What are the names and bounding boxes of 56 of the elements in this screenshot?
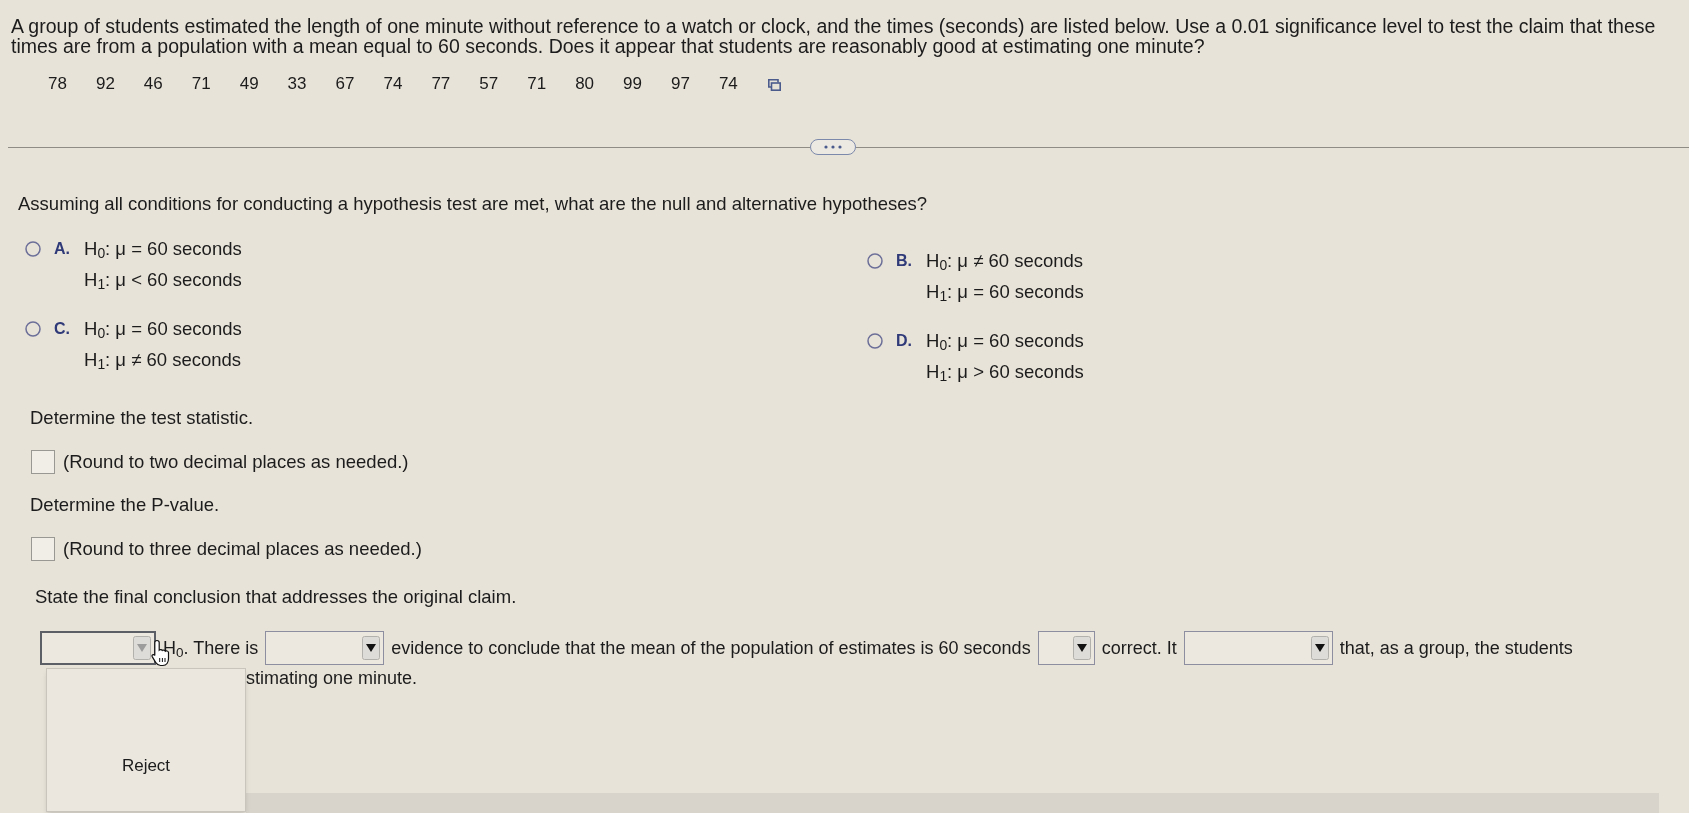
radio-button[interactable] [25, 241, 41, 257]
data-value: 80 [575, 74, 595, 94]
step-prompt: Determine the test statistic. [29, 407, 255, 429]
data-value: 97 [671, 74, 690, 94]
null-hypothesis: H$_{0}$: μ ≠ 60 seconds [926, 249, 1084, 276]
dropdown[interactable] [40, 631, 156, 665]
dropdown[interactable] [265, 631, 385, 665]
conclusion-text: that, as a group, the students [1339, 637, 1573, 659]
data-value: 71 [191, 74, 211, 94]
data-value: 71 [527, 74, 547, 94]
data-value: 92 [95, 74, 115, 94]
alternative-hypothesis: H$_{1}$: μ < 60 seconds [84, 268, 242, 295]
copy-icon[interactable] [766, 77, 781, 91]
null-hypothesis: H$_{0}$: μ = 60 seconds [926, 329, 1084, 356]
data-value: 74 [383, 74, 403, 94]
rounding-hint: (Round to three decimal places as needed.) [63, 538, 422, 560]
caret-icon [1310, 636, 1329, 660]
conclusion-text: correct. It [1101, 637, 1177, 659]
data-value: 49 [239, 74, 259, 94]
conclusion-text: stimating one minute. [246, 667, 418, 689]
data-value: 77 [431, 74, 451, 94]
data-value: 78 [48, 74, 67, 94]
step-prompt: Determine the P-value. [29, 494, 221, 516]
alternative-hypothesis: H$_{1}$: μ ≠ 60 seconds [84, 348, 242, 375]
data-value: 74 [718, 74, 738, 94]
option-letter: D. [896, 331, 912, 351]
null-hypothesis: H$_{0}$: μ = 60 seconds [84, 237, 242, 264]
more-button[interactable] [810, 139, 856, 155]
conclusion-text: evidence to conclude that the mean of the population of estimates is 60 seconds [391, 637, 1031, 659]
dropdown[interactable] [1183, 631, 1333, 665]
step-prompt: State the final conclusion that addresses the original claim. [34, 586, 518, 608]
option-letter: C. [54, 319, 70, 339]
radio-button[interactable] [867, 333, 883, 349]
question-prompt: Assuming all conditions for conducting a hypothesis test are met, what are the null and alternative hypotheses? [17, 193, 929, 215]
radio-button[interactable] [25, 321, 41, 337]
answer-box[interactable] [31, 537, 55, 561]
radio-button[interactable] [867, 253, 883, 269]
option-letter: A. [54, 239, 70, 259]
rounding-hint: (Round to two decimal places as needed.) [63, 451, 409, 473]
data-value: 99 [623, 74, 642, 94]
dots-icon [824, 145, 842, 149]
alternative-hypothesis: H$_{1}$: μ = 60 seconds [926, 280, 1084, 307]
caret-icon [1072, 636, 1091, 660]
data-value: 57 [479, 74, 499, 94]
answer-box[interactable] [31, 450, 55, 474]
caret-icon [362, 636, 381, 660]
option-letter: B. [896, 251, 912, 271]
data-value: 67 [335, 74, 355, 94]
caret-icon [133, 636, 151, 660]
question-text: A group of students estimated the length of one minute without reference to a watch or clock, and the times (seconds) are listed below. Use a 0.01 significance level to test the claim that these times are from a population with a mean equal to 60 seconds. Does it appear that students are reasonably good at estimating one minute? [10, 14, 1657, 56]
data-value: 33 [287, 74, 307, 94]
alternative-hypothesis: H$_{1}$: μ > 60 seconds [926, 360, 1084, 387]
menu-option[interactable]: Reject [47, 754, 245, 778]
dropdown[interactable] [1037, 631, 1095, 665]
data-value: 46 [143, 74, 163, 94]
null-hypothesis: H$_{0}$: μ = 60 seconds [84, 317, 242, 344]
